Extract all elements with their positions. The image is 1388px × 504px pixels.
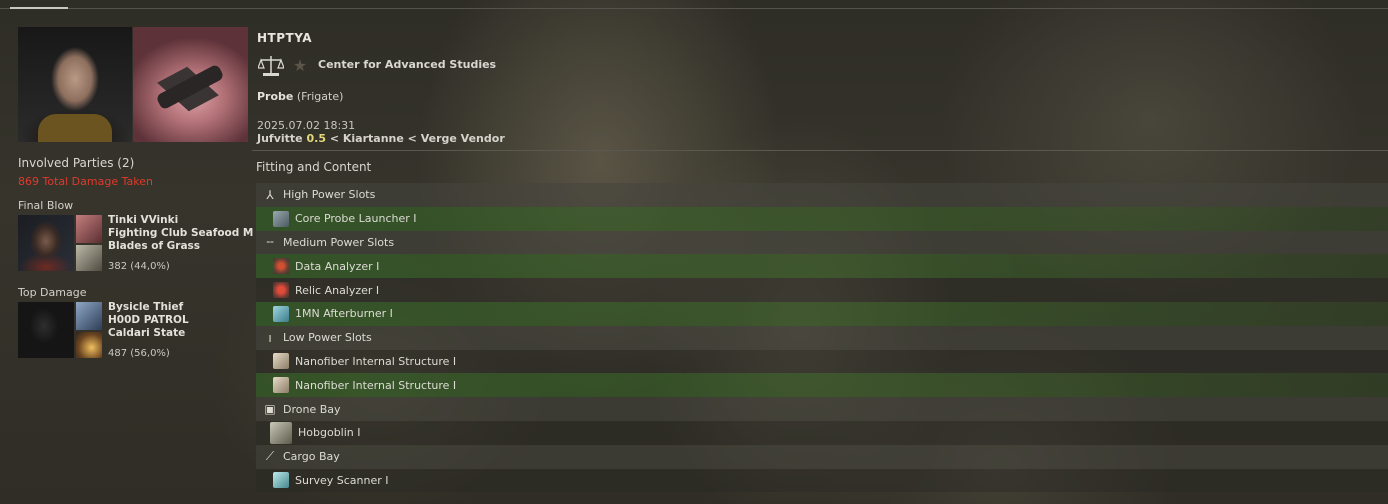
final-blow-ship-icon[interactable]	[76, 215, 102, 243]
ship-name[interactable]: Probe	[257, 90, 293, 103]
final-blow-weapon-icon[interactable]	[76, 245, 102, 271]
relic-analyzer-icon[interactable]	[273, 282, 289, 299]
fitting-item-row[interactable]: Core Probe Launcher I	[256, 206, 1388, 231]
top-damage-label: Top Damage	[18, 286, 87, 299]
nanofiber-icon[interactable]	[273, 353, 289, 370]
fitting-item-row[interactable]: Data Analyzer I	[256, 254, 1388, 279]
item-label[interactable]: Nanofiber Internal Structure I	[295, 355, 456, 368]
survey-scanner-icon[interactable]	[273, 472, 289, 489]
kill-location: Jufvitte 0.5 < Kiartanne < Verge Vendor	[257, 132, 505, 145]
fitting-item-row[interactable]: Hobgoblin I	[256, 420, 1388, 445]
item-label[interactable]: Relic Analyzer I	[295, 284, 379, 297]
fitting-item-row[interactable]: Relic Analyzer I	[256, 278, 1388, 302]
item-label[interactable]: Survey Scanner I	[295, 474, 389, 487]
corporation-name[interactable]: Center for Advanced Studies	[318, 58, 496, 71]
fitting-item-row[interactable]: 1MN Afterburner I	[256, 301, 1388, 326]
section-label: Medium Power Slots	[283, 235, 395, 249]
header-divider	[252, 150, 1388, 151]
final-blow-name[interactable]: Tinki VVinki	[108, 214, 178, 227]
fitting-section-header[interactable]: ı Low Power Slots	[256, 325, 1388, 350]
ship-class: (Frigate)	[296, 90, 344, 103]
fitting-title: Fitting and Content	[256, 160, 372, 174]
fitting-item-row[interactable]: Survey Scanner I	[256, 468, 1388, 493]
section-label: High Power Slots	[283, 188, 376, 202]
drone-bay-icon: ▣	[264, 402, 276, 417]
item-label[interactable]: Data Analyzer I	[295, 260, 379, 273]
final-blow-corp[interactable]: Fighting Club Seafood M	[108, 227, 253, 240]
top-damage-portrait[interactable]	[18, 302, 74, 358]
section-label: Cargo Bay	[283, 450, 340, 464]
probe-launcher-icon[interactable]	[273, 210, 289, 227]
system-name[interactable]: Jufvitte	[257, 132, 303, 145]
involved-parties-title: Involved Parties (2)	[18, 156, 135, 170]
fitting-section-header[interactable]: ╌ Medium Power Slots	[256, 230, 1388, 255]
item-label[interactable]: Nanofiber Internal Structure I	[295, 379, 456, 392]
fitting-section-header[interactable]: ⅄ High Power Slots	[256, 183, 1388, 207]
alliance-logo-icon[interactable]: ★	[290, 56, 310, 76]
nanofiber-icon[interactable]	[273, 377, 289, 394]
data-analyzer-icon[interactable]	[273, 258, 289, 275]
top-damage-weapon-icon[interactable]	[76, 332, 102, 358]
region-name[interactable]: < Verge Vendor	[408, 132, 505, 145]
final-blow-alliance[interactable]: Blades of Grass	[108, 240, 200, 253]
section-label: Drone Bay	[283, 402, 341, 416]
top-damage-alliance[interactable]: Caldari State	[108, 327, 185, 340]
victim-ship-render[interactable]	[133, 27, 248, 142]
section-label: Low Power Slots	[283, 331, 372, 345]
high-slot-icon: ⅄	[266, 187, 274, 202]
top-damage-name[interactable]: Bysicle Thief	[108, 301, 183, 314]
kill-datetime: 2025.07.02 18:31	[257, 119, 356, 132]
top-divider	[0, 8, 1388, 9]
final-blow-damage: 382 (44,0%)	[108, 261, 170, 272]
top-damage-ship-icon[interactable]	[76, 302, 102, 330]
afterburner-icon[interactable]	[273, 305, 289, 322]
fitting-item-row[interactable]: Nanofiber Internal Structure I	[256, 373, 1388, 398]
top-damage-damage: 487 (56,0%)	[108, 348, 170, 359]
fitting-item-row[interactable]: Nanofiber Internal Structure I	[256, 349, 1388, 374]
final-blow-label: Final Blow	[18, 199, 74, 212]
security-status: 0.5	[306, 132, 326, 145]
fitting-section-header[interactable]: ⟋ Cargo Bay	[256, 444, 1388, 469]
ship-type[interactable]: Probe (Frigate)	[257, 90, 343, 103]
total-damage: 869 Total Damage Taken	[18, 175, 153, 188]
victim-name[interactable]: HTPTYA	[257, 31, 312, 45]
cargo-bay-icon: ⟋	[265, 449, 275, 464]
final-blow-portrait[interactable]	[18, 215, 74, 271]
corporation-logo-icon[interactable]	[258, 54, 284, 78]
item-label[interactable]: Hobgoblin I	[298, 426, 361, 439]
fitting-list: ⅄ High Power Slots Core Probe Launcher I ╌ M…	[256, 183, 1388, 493]
constellation-name[interactable]: < Kiartanne	[330, 132, 404, 145]
fitting-section-header[interactable]: ▣ Drone Bay	[256, 397, 1388, 421]
low-slot-icon: ı	[268, 330, 272, 345]
medium-slot-icon: ╌	[266, 235, 274, 250]
top-damage-corp[interactable]: H00D PATROL	[108, 314, 189, 327]
item-label[interactable]: Core Probe Launcher I	[295, 212, 417, 225]
active-tab-indicator[interactable]	[10, 7, 68, 9]
victim-portrait[interactable]	[18, 27, 132, 142]
hobgoblin-drone-icon[interactable]	[270, 421, 292, 444]
item-label[interactable]: 1MN Afterburner I	[295, 307, 393, 320]
